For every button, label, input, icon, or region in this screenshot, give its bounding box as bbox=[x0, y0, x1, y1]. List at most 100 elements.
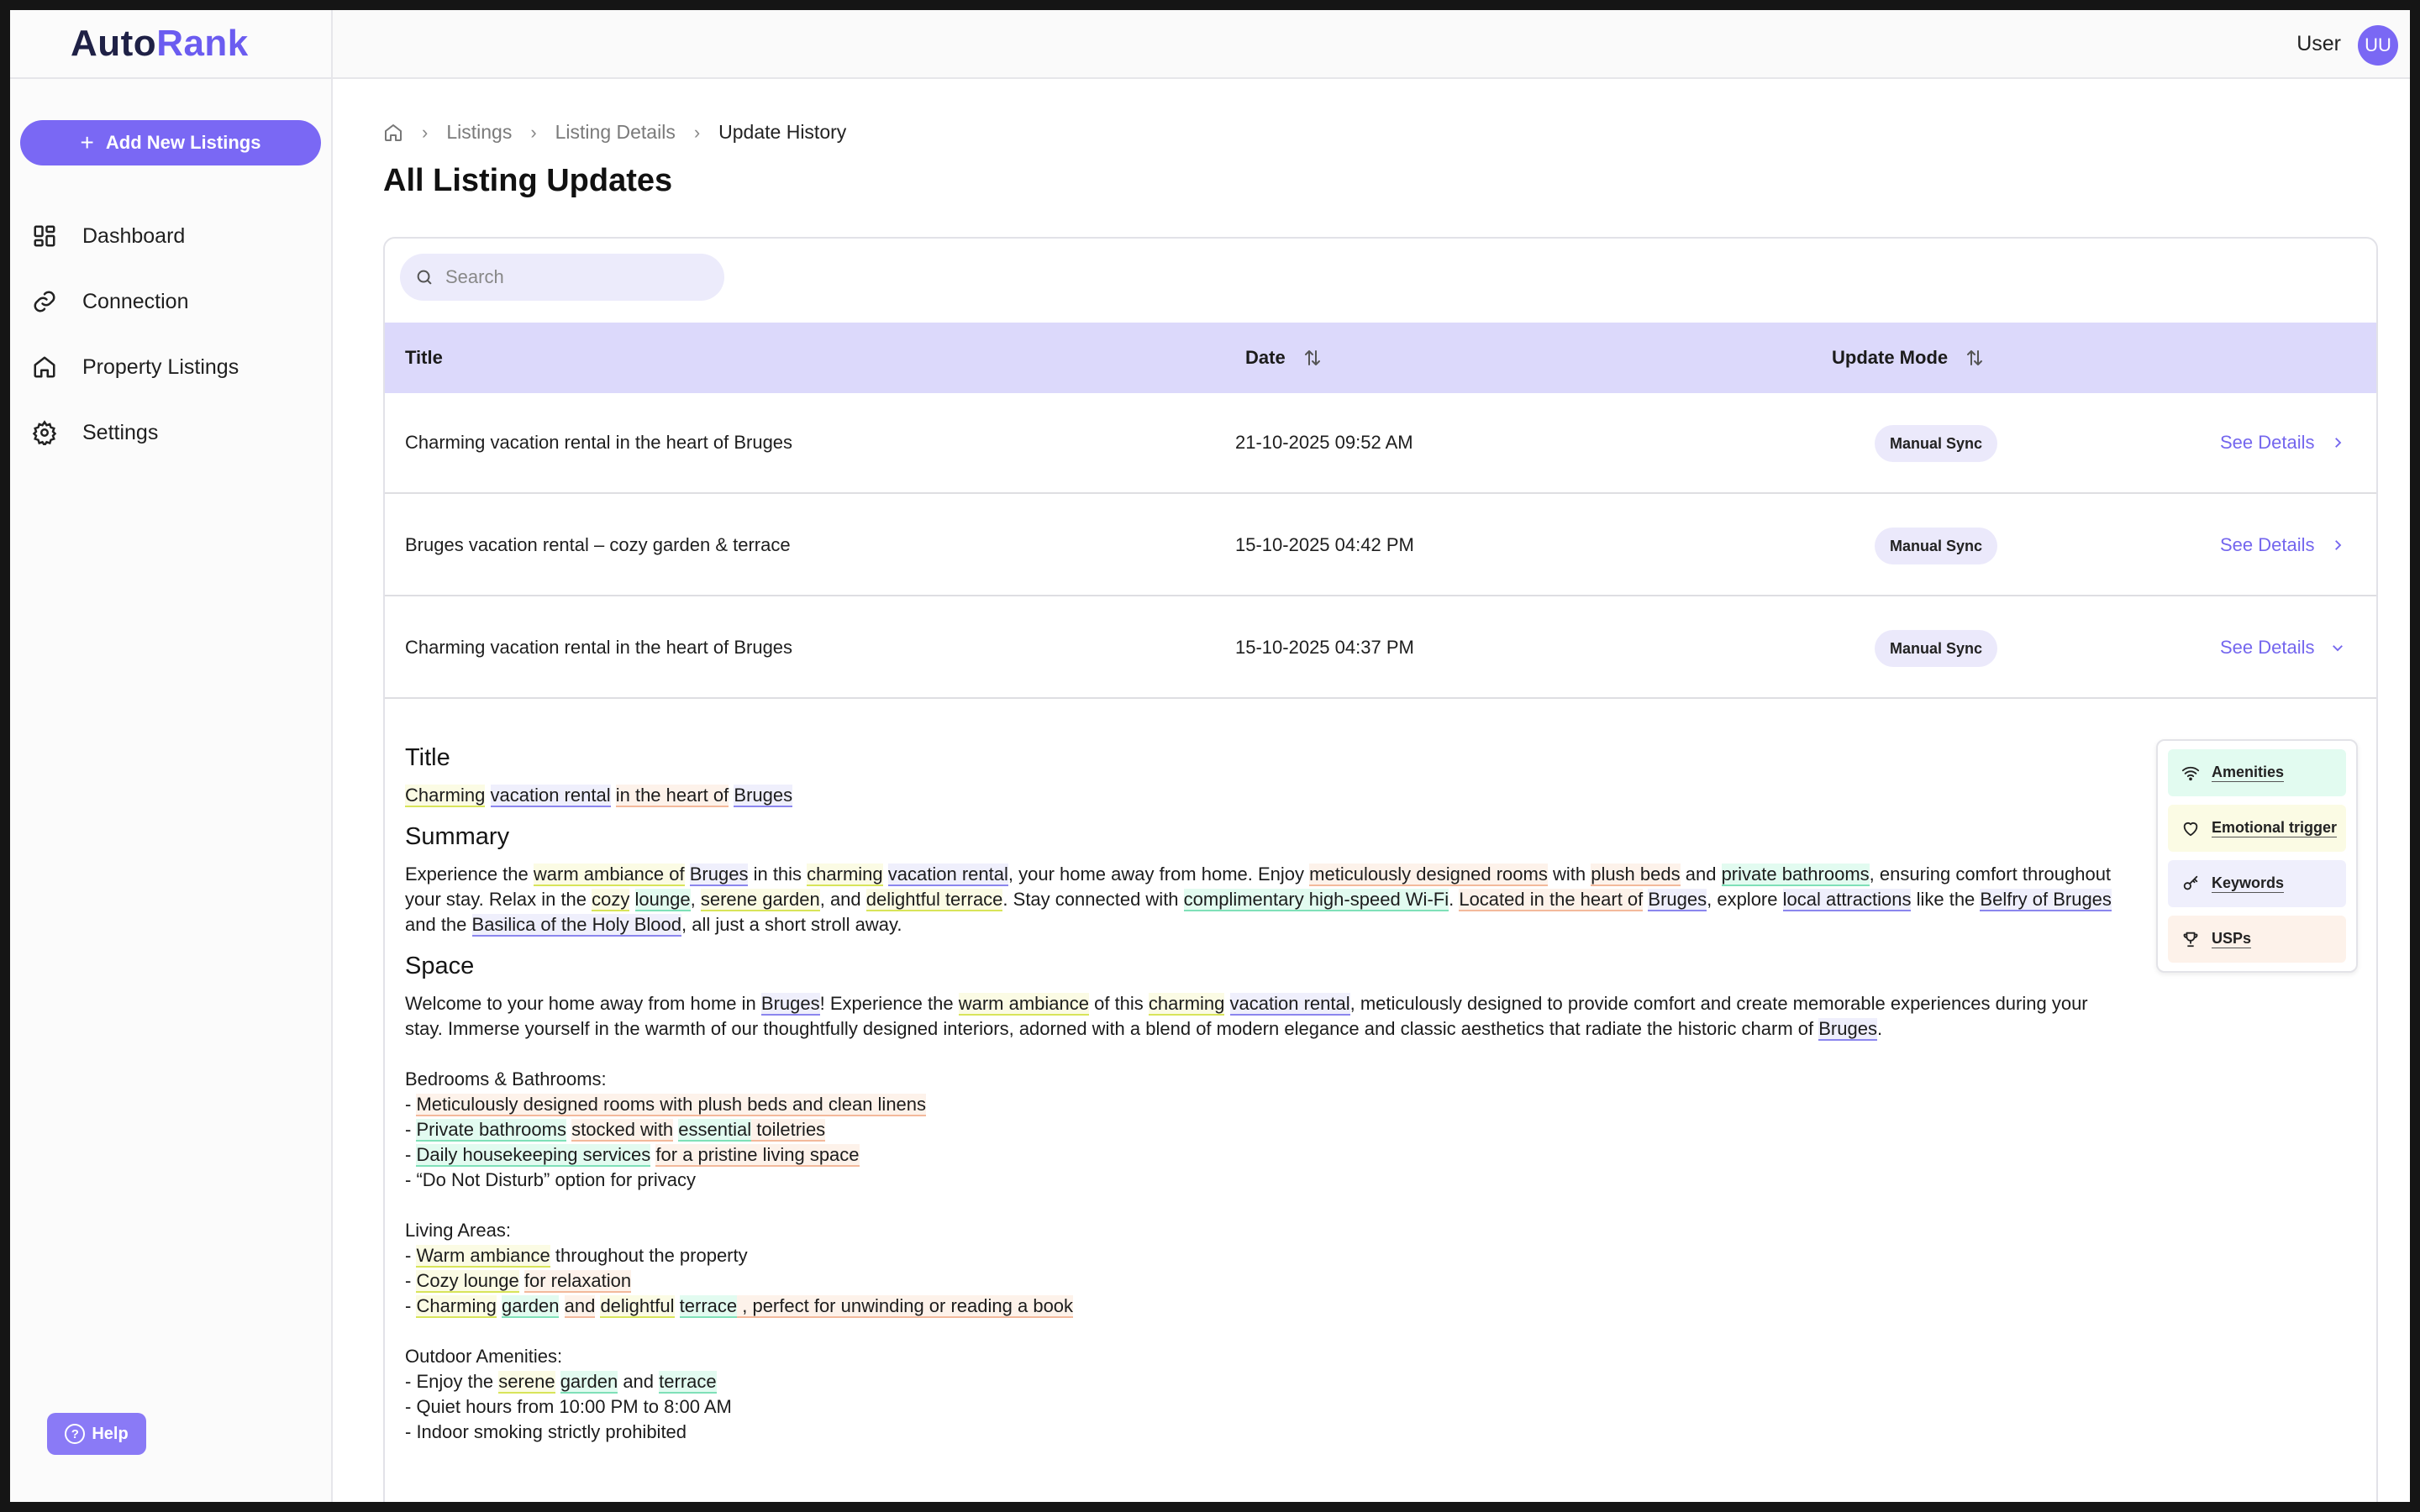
list-item: - Meticulously designed rooms with plush… bbox=[405, 1094, 927, 1116]
sidebar-item-label: Dashboard bbox=[82, 223, 186, 248]
top-bar: User UU bbox=[333, 10, 2410, 79]
legend-item-amenities[interactable]: Amenities bbox=[2168, 749, 2346, 796]
page-title: All Listing Updates bbox=[383, 163, 673, 198]
see-details-link[interactable]: See Details bbox=[2220, 432, 2345, 454]
list-item: - Quiet hours from 10:00 PM to 8:00 AM bbox=[405, 1396, 732, 1417]
sidebar-item-settings[interactable]: Settings bbox=[10, 400, 333, 465]
plus-icon: + bbox=[80, 129, 94, 155]
legend-label: Amenities bbox=[2212, 764, 2285, 782]
detail-title-text: Charming vacation rental in the heart of… bbox=[405, 785, 793, 807]
logo-text-rank: Rank bbox=[156, 23, 249, 64]
detail-summary-text: Experience the warm ambiance of Bruges i… bbox=[405, 864, 2112, 937]
search-input[interactable] bbox=[445, 266, 714, 288]
update-mode-badge: Manual Sync bbox=[1875, 528, 1997, 564]
updates-card: Title Date Update Mode Charming vacation… bbox=[383, 237, 2378, 1502]
sort-icon[interactable] bbox=[1965, 348, 1985, 368]
table-row[interactable]: Bruges vacation rental – cozy garden & t… bbox=[385, 496, 2376, 596]
list-item: - Enjoy the serene garden and terrace bbox=[405, 1371, 717, 1394]
add-new-listings-button[interactable]: + Add New Listings bbox=[20, 120, 321, 165]
list-item: - Cozy lounge for relaxation bbox=[405, 1270, 632, 1293]
column-title: Title bbox=[405, 347, 443, 369]
sidebar-item-label: Connection bbox=[82, 289, 189, 313]
legend-item-usps[interactable]: USPs bbox=[2168, 916, 2346, 963]
app-window: Auto Rank + Add New Listings Dashboard Co… bbox=[10, 10, 2410, 1502]
logo-bar: Auto Rank bbox=[10, 10, 331, 79]
legend-item-keywords[interactable]: Keywords bbox=[2168, 860, 2346, 907]
breadcrumb: › Listings › Listing Details › Update Hi… bbox=[383, 121, 846, 144]
chevron-down-icon bbox=[2332, 645, 2343, 652]
dashboard-icon bbox=[34, 225, 55, 247]
list-item: - Warm ambiance throughout the property bbox=[405, 1245, 748, 1268]
link-icon bbox=[34, 291, 55, 312]
chevron-right-icon bbox=[2334, 540, 2341, 550]
row-date: 21-10-2025 09:52 AM bbox=[1235, 432, 1413, 453]
see-details-label: See Details bbox=[2220, 432, 2315, 453]
update-detail-panel: Title Charming vacation rental in the he… bbox=[405, 741, 2119, 1445]
column-update-mode-label: Update Mode bbox=[1832, 347, 1949, 368]
logo-text-auto: Auto bbox=[71, 23, 157, 64]
logo[interactable]: Auto Rank bbox=[71, 23, 249, 65]
gear-icon bbox=[32, 420, 57, 445]
sidebar-item-dashboard[interactable]: Dashboard bbox=[10, 203, 333, 269]
table-header: Title Date Update Mode bbox=[385, 323, 2376, 393]
detail-title-heading: Title bbox=[405, 744, 450, 771]
detail-space-heading: Space bbox=[405, 953, 475, 979]
legend-item-emotional-trigger[interactable]: Emotional trigger bbox=[2168, 805, 2346, 852]
row-date: 15-10-2025 04:37 PM bbox=[1235, 637, 1414, 658]
column-update-mode[interactable]: Update Mode bbox=[1832, 347, 1985, 369]
living-areas-heading: Living Areas: bbox=[405, 1220, 511, 1241]
breadcrumb-current: Update History bbox=[718, 121, 847, 143]
help-icon: ? bbox=[65, 1424, 86, 1444]
row-date: 15-10-2025 04:42 PM bbox=[1235, 534, 1414, 555]
heart-icon bbox=[2183, 822, 2198, 837]
search-icon bbox=[417, 270, 432, 285]
update-mode-badge: Manual Sync bbox=[1875, 425, 1997, 462]
help-button[interactable]: ? Help bbox=[47, 1413, 146, 1455]
column-title-label: Title bbox=[405, 347, 443, 368]
table-row[interactable]: Charming vacation rental in the heart of… bbox=[385, 393, 2376, 494]
sidebar: Auto Rank + Add New Listings Dashboard Co… bbox=[10, 10, 333, 1502]
sidebar-item-property-listings[interactable]: Property Listings bbox=[10, 334, 333, 400]
sort-icon[interactable] bbox=[1302, 348, 1323, 368]
chevron-right-icon: › bbox=[530, 121, 537, 143]
avatar[interactable]: UU bbox=[2358, 25, 2398, 66]
table-row[interactable]: Charming vacation rental in the heart of… bbox=[385, 598, 2376, 699]
see-details-link[interactable]: See Details bbox=[2220, 637, 2345, 659]
key-icon bbox=[2183, 875, 2198, 890]
see-details-label: See Details bbox=[2220, 637, 2315, 658]
legend-label: USPs bbox=[2212, 930, 2252, 948]
see-details-link[interactable]: See Details bbox=[2220, 534, 2345, 556]
sidebar-item-connection[interactable]: Connection bbox=[10, 269, 333, 334]
add-new-listings-label: Add New Listings bbox=[105, 132, 261, 153]
chevron-right-icon bbox=[2334, 438, 2341, 448]
legend-label: Keywords bbox=[2212, 874, 2285, 893]
sidebar-item-label: Property Listings bbox=[82, 354, 239, 379]
sidebar-item-label: Settings bbox=[82, 420, 159, 444]
list-item: - Private bathrooms stocked with essenti… bbox=[405, 1119, 826, 1142]
breadcrumb-listings[interactable]: Listings bbox=[446, 121, 512, 144]
detail-space-intro: Welcome to your home away from home in B… bbox=[405, 993, 2088, 1041]
detail-summary-heading: Summary bbox=[405, 823, 510, 850]
home-icon[interactable] bbox=[383, 123, 403, 143]
breadcrumb-listing-details[interactable]: Listing Details bbox=[555, 121, 676, 144]
chevron-right-icon: › bbox=[422, 121, 429, 143]
column-date[interactable]: Date bbox=[1245, 347, 1323, 369]
list-item: - Daily housekeeping services for a pris… bbox=[405, 1144, 860, 1167]
outdoor-amenities-heading: Outdoor Amenities: bbox=[405, 1346, 563, 1367]
highlight-legend: Amenities Emotional trigger Keywords USP… bbox=[2156, 739, 2358, 973]
user-name[interactable]: User bbox=[2296, 32, 2341, 56]
chevron-right-icon: › bbox=[693, 121, 701, 143]
main-content: › Listings › Listing Details › Update Hi… bbox=[333, 79, 2410, 1502]
row-title: Charming vacation rental in the heart of… bbox=[405, 432, 793, 453]
list-item: - Indoor smoking strictly prohibited bbox=[405, 1421, 687, 1442]
bedrooms-heading: Bedrooms & Bathrooms: bbox=[405, 1068, 607, 1089]
legend-label: Emotional trigger bbox=[2212, 819, 2338, 837]
search-box[interactable] bbox=[400, 254, 724, 301]
help-label: Help bbox=[92, 1424, 129, 1443]
row-title: Bruges vacation rental – cozy garden & t… bbox=[405, 534, 791, 555]
list-item: - “Do Not Disturb” option for privacy bbox=[405, 1169, 696, 1190]
list-item: - Charming garden and delightful terrace… bbox=[405, 1295, 1074, 1318]
trophy-icon bbox=[2183, 932, 2198, 948]
wifi-icon bbox=[2181, 766, 2200, 781]
see-details-label: See Details bbox=[2220, 534, 2315, 555]
